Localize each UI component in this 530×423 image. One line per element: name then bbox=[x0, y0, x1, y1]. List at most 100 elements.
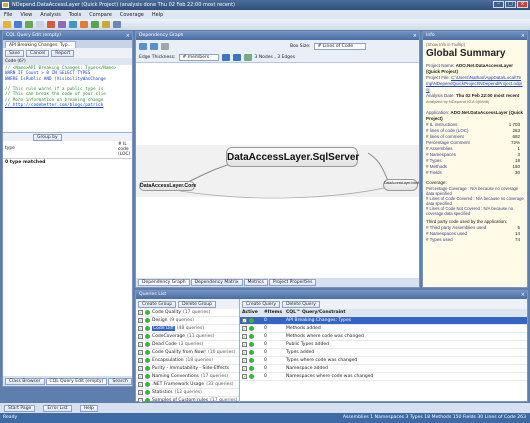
query-row[interactable]: ✓ 0 Methods added bbox=[240, 325, 527, 333]
tab-search[interactable]: Search bbox=[108, 377, 132, 385]
menu-file[interactable]: File bbox=[4, 12, 12, 18]
delete-group-button[interactable]: Delete Group bbox=[178, 300, 217, 308]
close-graph-icon[interactable]: × bbox=[413, 32, 417, 40]
graph-icon[interactable] bbox=[69, 21, 77, 28]
group-checkbox[interactable]: ✓ bbox=[138, 374, 143, 379]
compare-icon[interactable] bbox=[58, 21, 66, 28]
tab-error-list[interactable]: Error List bbox=[43, 404, 72, 412]
tab-start-page[interactable]: Start Page bbox=[4, 404, 36, 412]
query-group-item[interactable]: ✓ Dead Code (3 queries) bbox=[136, 341, 239, 349]
fit-icon[interactable] bbox=[161, 42, 169, 50]
layout-icon[interactable] bbox=[243, 53, 252, 61]
save-icon[interactable] bbox=[14, 21, 22, 28]
query-active-checkbox[interactable]: ✓ bbox=[242, 334, 247, 339]
menu-compare[interactable]: Compare bbox=[89, 12, 112, 18]
node-interfaces[interactable]: DataAccessLayer.Interfaces bbox=[383, 179, 419, 191]
menu-tools[interactable]: Tools bbox=[69, 12, 81, 18]
settings-icon[interactable] bbox=[113, 21, 121, 28]
menu-coverage[interactable]: Coverage bbox=[120, 12, 144, 18]
box-size-select[interactable]: # Lines of Code bbox=[313, 42, 366, 50]
maximize-button[interactable]: □ bbox=[505, 1, 516, 8]
query-group-item[interactable]: ✓ Samples of Custom rules (17 queries) bbox=[136, 397, 239, 402]
group-checkbox[interactable]: ✓ bbox=[138, 358, 143, 363]
close-panel-icon[interactable]: × bbox=[126, 32, 130, 40]
col-items[interactable]: #Items bbox=[264, 310, 286, 315]
run-analysis-icon[interactable] bbox=[25, 21, 33, 28]
group-checkbox[interactable]: ✓ bbox=[138, 310, 143, 315]
query-group-item[interactable]: ✓ Code Quality (17 queries) bbox=[136, 309, 239, 317]
tab-dependency-graph[interactable]: Dependency Graph bbox=[138, 279, 190, 286]
tab-dependency-matrix[interactable]: Dependency Matrix bbox=[190, 279, 243, 286]
group-checkbox[interactable]: ✓ bbox=[138, 326, 143, 331]
save-query-button[interactable]: Save bbox=[5, 49, 25, 57]
query-group-item[interactable]: ✓ Code Diff (48 queries) bbox=[136, 325, 239, 333]
group-checkbox[interactable]: ✓ bbox=[138, 318, 143, 323]
menu-view[interactable]: View bbox=[20, 12, 32, 18]
cancel-query-button[interactable]: Cancel bbox=[26, 49, 50, 57]
menu-analysis[interactable]: Analysis bbox=[40, 12, 61, 18]
zoom-in-icon[interactable] bbox=[139, 42, 147, 50]
query-active-checkbox[interactable]: ✓ bbox=[242, 358, 247, 363]
menu-help[interactable]: Help bbox=[152, 12, 163, 18]
group-checkbox[interactable]: ✓ bbox=[138, 382, 143, 387]
col-active[interactable]: Active bbox=[240, 310, 264, 315]
result-col-loc[interactable]: # IL code (LOC) bbox=[118, 141, 132, 158]
minimize-button[interactable]: – bbox=[493, 1, 504, 8]
query-row[interactable]: ✓ 0 Namespace added bbox=[240, 365, 527, 373]
node-core[interactable]: DataAccessLayer.Core bbox=[139, 181, 196, 191]
query-row[interactable]: ✓ 0 Types where code was changed bbox=[240, 357, 527, 365]
query-active-checkbox[interactable]: ✓ bbox=[242, 326, 247, 331]
forward-arrow-icon[interactable] bbox=[232, 53, 241, 61]
query-icon[interactable] bbox=[102, 21, 110, 28]
query-group-item[interactable]: ✓ Purity - Immutability - Side-Effects bbox=[136, 365, 239, 373]
tab-metrics[interactable]: Metrics bbox=[243, 279, 268, 286]
result-col-type[interactable]: type bbox=[3, 141, 118, 158]
group-checkbox[interactable]: ✓ bbox=[138, 398, 143, 402]
create-group-button[interactable]: Create Group bbox=[138, 300, 177, 308]
metric-label[interactable]: # Fields bbox=[426, 170, 442, 176]
open-icon[interactable] bbox=[3, 21, 11, 28]
metric-label[interactable]: # Types used bbox=[426, 237, 453, 243]
query-row[interactable]: ✓ 0 Methods where code was changed bbox=[240, 333, 527, 341]
query-row[interactable]: ✓ 0 API Breaking Changes: Types bbox=[240, 317, 527, 325]
tab-project-properties[interactable]: Project Properties bbox=[268, 279, 317, 286]
back-arrow-icon[interactable] bbox=[221, 53, 230, 61]
query-tab[interactable]: API Breaking Changes: Typ... bbox=[5, 41, 76, 48]
node-sqlserver[interactable]: DataAccessLayer.SqlServer bbox=[226, 147, 359, 167]
coverage-line[interactable]: Percentage Coverage : N/A because no cov… bbox=[426, 186, 524, 196]
query-active-checkbox[interactable]: ✓ bbox=[242, 374, 247, 379]
query-row[interactable]: ✓ 0 Types added bbox=[240, 349, 527, 357]
query-group-item[interactable]: ✓ CodeCoverage (11 queries) bbox=[136, 333, 239, 341]
query-active-checkbox[interactable]: ✓ bbox=[242, 342, 247, 347]
tab-cql-query-edit[interactable]: CQL Query Edit (empty) bbox=[45, 377, 108, 385]
cql-code-editor[interactable]: // <Name>API Breaking Changes: Types</Na… bbox=[3, 65, 132, 133]
group-checkbox[interactable]: ✓ bbox=[138, 342, 143, 347]
tab-class-browser[interactable]: Class Browser bbox=[5, 377, 45, 385]
query-group-item[interactable]: ✓ .NET Framework Usage (33 queries) bbox=[136, 381, 239, 389]
query-group-item[interactable]: ✓ Encapsulation (18 queries) bbox=[136, 357, 239, 365]
matrix-icon[interactable] bbox=[80, 21, 88, 28]
query-row[interactable]: ✓ 0 Public Types added bbox=[240, 341, 527, 349]
col-query[interactable]: CQL™ Query/Constraint bbox=[286, 310, 346, 315]
query-active-checkbox[interactable]: ✓ bbox=[242, 350, 247, 355]
group-checkbox[interactable]: ✓ bbox=[138, 334, 143, 339]
coverage-line[interactable]: # Lines of Code Not Covered : N/A becaus… bbox=[426, 206, 524, 216]
coverage-line[interactable]: # Lines of Code Covered : N/A because no… bbox=[426, 196, 524, 206]
metrics-icon[interactable] bbox=[91, 21, 99, 28]
report-button[interactable]: Report bbox=[51, 49, 75, 57]
query-group-item[interactable]: ✓ Naming Conventions (17 queries) bbox=[136, 373, 239, 381]
query-active-checkbox[interactable]: ✓ bbox=[242, 366, 247, 371]
group-checkbox[interactable]: ✓ bbox=[138, 390, 143, 395]
report-icon[interactable] bbox=[47, 21, 55, 28]
query-row[interactable]: ✓ 0 Namespaces where code was changed bbox=[240, 373, 527, 381]
query-group-item[interactable]: ✓ Design (9 queries) bbox=[136, 317, 239, 325]
close-queries-icon[interactable]: × bbox=[521, 291, 525, 299]
create-query-button[interactable]: Create Query bbox=[242, 300, 281, 308]
tab-help[interactable]: Help bbox=[79, 404, 98, 412]
code-line[interactable]: // http://codebetter.com/blogs/patrick bbox=[5, 103, 130, 108]
query-group-item[interactable]: ✓ Statistics (12 queries) bbox=[136, 389, 239, 397]
group-by-button[interactable]: Group by bbox=[33, 133, 62, 141]
delete-query-button[interactable]: Delete Query bbox=[282, 300, 320, 308]
close-info-icon[interactable]: × bbox=[521, 32, 525, 40]
graph-canvas[interactable]: DataAccessLayer.SqlServer DataAccessLaye… bbox=[136, 63, 419, 266]
